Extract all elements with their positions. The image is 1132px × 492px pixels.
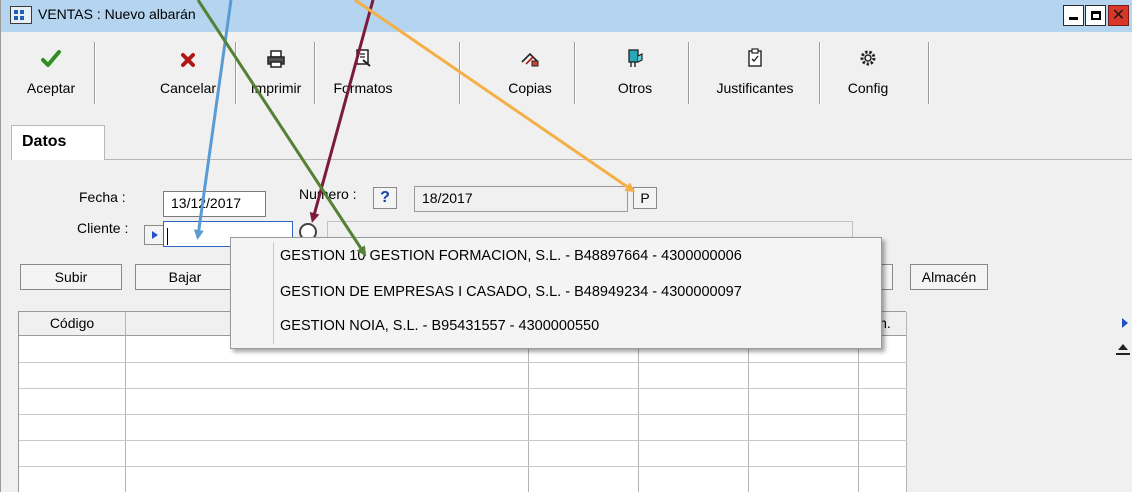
toolbar-separator (459, 42, 460, 104)
numero-p-button[interactable]: P (633, 187, 657, 209)
grid-row-line (19, 362, 907, 363)
others-icon (626, 38, 644, 68)
popup-gutter (273, 242, 274, 344)
toolbar-separator (314, 42, 315, 104)
copias-button[interactable]: Copias (495, 38, 565, 106)
imprimir-label: Imprimir (250, 80, 302, 96)
otros-label: Otros (617, 80, 653, 96)
maximize-button[interactable] (1085, 5, 1106, 26)
copias-label: Copias (508, 80, 552, 96)
grid-column-divider (125, 312, 126, 492)
row-pointer-icon (1122, 318, 1128, 328)
cancelar-label: Cancelar (159, 80, 217, 96)
app-icon (10, 6, 32, 24)
grid-header-codigo: Código (49, 315, 95, 331)
formatos-button[interactable]: Formatos (319, 38, 407, 106)
numero-label: Numero : (299, 186, 357, 202)
autocomplete-item[interactable]: GESTION NOIA, S.L. - B95431557 - 4300000… (280, 318, 599, 334)
maximize-icon (1090, 11, 1101, 20)
toolbar-separator (688, 42, 689, 104)
title-bar: VENTAS : Nuevo albarán ✕ (1, 0, 1132, 32)
toolbar-separator (819, 42, 820, 104)
justificantes-label: Justificantes (716, 80, 794, 96)
tab-datos[interactable]: Datos (11, 125, 105, 160)
toolbar-separator (235, 42, 236, 104)
cliente-label: Cliente : (77, 220, 129, 236)
toolbar: Aceptar Cancelar Imprimir Formatos Copia… (1, 32, 1132, 112)
toolbar-separator (928, 42, 929, 104)
cliente-indicator-icon (144, 225, 164, 245)
close-icon: ✕ (1111, 6, 1126, 24)
checkmark-icon (41, 38, 61, 68)
text-caret (167, 228, 168, 245)
cancelar-button[interactable]: Cancelar (150, 38, 226, 106)
gear-icon (858, 38, 878, 68)
formatos-label: Formatos (333, 80, 393, 96)
bajar-button[interactable]: Bajar (135, 264, 235, 290)
grid-row-line (19, 466, 907, 467)
config-button[interactable]: Config (835, 38, 901, 106)
scroll-up-icon[interactable] (1115, 340, 1131, 362)
toolbar-separator (94, 42, 95, 104)
numero-field: 18/2017 (414, 186, 628, 212)
imprimir-button[interactable]: Imprimir (241, 38, 311, 106)
printer-icon (266, 38, 286, 68)
main-window: VENTAS : Nuevo albarán ✕ Aceptar Cancela… (0, 0, 1132, 492)
close-button[interactable]: ✕ (1108, 5, 1129, 26)
tab-baseline (11, 159, 1132, 160)
aceptar-button[interactable]: Aceptar (17, 38, 85, 106)
subir-button[interactable]: Subir (20, 264, 122, 290)
almacen-button[interactable]: Almacén (910, 264, 988, 290)
autocomplete-item[interactable]: GESTION DE EMPRESAS I CASADO, S.L. - B48… (280, 284, 742, 300)
grid-row-line (19, 388, 907, 389)
grid-row-line (19, 440, 907, 441)
grid-column-divider (906, 312, 907, 492)
fecha-label: Fecha : (79, 189, 126, 205)
toolbar-separator (574, 42, 575, 104)
client-autocomplete-popup: GESTION 10 GESTION FORMACION, S.L. - B48… (230, 237, 882, 349)
config-label: Config (847, 80, 889, 96)
fecha-field[interactable]: 13/12/2017 (163, 191, 266, 217)
copies-icon (519, 38, 541, 68)
formats-icon (353, 38, 373, 68)
numero-help-button[interactable]: ? (373, 187, 397, 209)
x-cross-icon (180, 38, 196, 68)
autocomplete-item[interactable]: GESTION 10 GESTION FORMACION, S.L. - B48… (280, 248, 742, 264)
minimize-icon (1069, 17, 1078, 20)
aceptar-label: Aceptar (26, 80, 76, 96)
justificantes-button[interactable]: Justificantes (695, 38, 815, 106)
minimize-button[interactable] (1063, 5, 1084, 26)
window-title: VENTAS : Nuevo albarán (38, 6, 196, 22)
clipboard-icon (747, 38, 763, 68)
otros-button[interactable]: Otros (605, 38, 665, 106)
grid-row-line (19, 414, 907, 415)
